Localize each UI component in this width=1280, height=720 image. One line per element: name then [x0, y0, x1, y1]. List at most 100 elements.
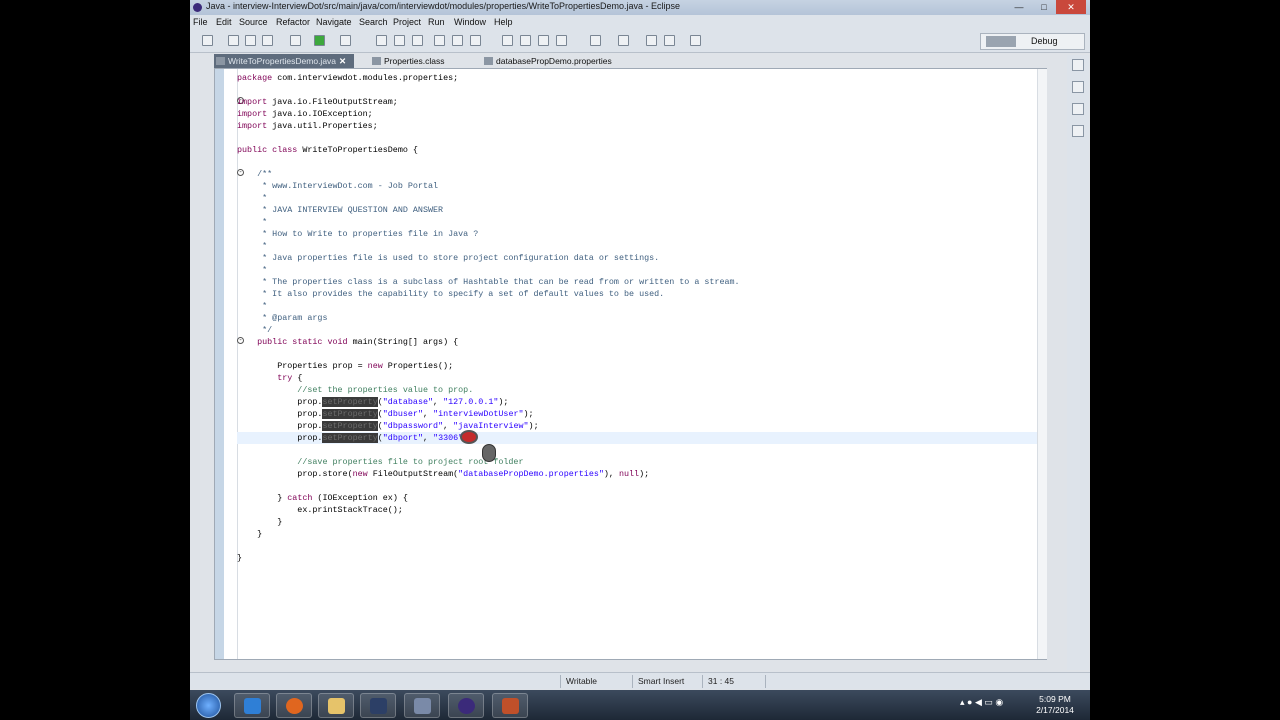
toggle-mark-occurrences-icon[interactable] — [502, 35, 513, 46]
menu-file[interactable]: File — [193, 17, 208, 27]
next-annotation-icon[interactable] — [590, 35, 601, 46]
taskbar-app[interactable] — [404, 693, 440, 718]
taskbar-clock[interactable]: 5:09 PM 2/17/2014 — [1030, 694, 1080, 716]
code-line-23: public static void main(String[] args) { — [257, 337, 459, 347]
previous-annotation-icon[interactable] — [618, 35, 629, 46]
minimize-button[interactable]: — — [1008, 0, 1030, 14]
clock-time: 5:09 PM — [1039, 694, 1071, 704]
internet-explorer-icon — [244, 698, 261, 714]
tab-writetopropertiesdemo[interactable]: WriteToPropertiesDemo.java ✕ — [214, 54, 354, 68]
status-divider — [765, 675, 766, 688]
tab-properties-class[interactable]: Properties.class — [370, 54, 470, 68]
code-line-18: * The properties class is a subclass of … — [237, 277, 740, 287]
code-line-38: } — [237, 517, 283, 527]
close-tab-icon[interactable]: ✕ — [339, 54, 346, 68]
search-icon[interactable] — [470, 35, 481, 46]
pin-editor-icon[interactable] — [556, 35, 567, 46]
start-button[interactable] — [196, 693, 221, 718]
system-tray[interactable]: ▴ ● ◀ ▭ ◉ — [960, 697, 1003, 708]
menu-navigate[interactable]: Navigate — [316, 17, 352, 27]
eclipse-app-icon — [193, 3, 202, 12]
print-icon[interactable] — [262, 35, 273, 46]
properties-file-icon — [484, 57, 493, 65]
new-package-icon[interactable] — [394, 35, 405, 46]
open-task-icon[interactable] — [452, 35, 463, 46]
menu-refactor[interactable]: Refactor — [276, 17, 310, 27]
debug-perspective-label[interactable]: Debug — [1031, 36, 1058, 46]
code-line-10: * www.InterviewDot.com - Job Portal — [237, 181, 439, 191]
code-line-36: } catch (IOException ex) { — [237, 493, 408, 503]
code-line-17: * — [237, 265, 268, 275]
code-line-1: package com.interviewdot.modules.propert… — [237, 73, 459, 83]
app-icon — [414, 698, 431, 714]
java-editor[interactable]: - - - package com.interviewdot.modules.p… — [214, 68, 1047, 660]
taskbar-recorder[interactable] — [492, 693, 528, 718]
folder-icon — [328, 698, 345, 714]
perspective-switcher[interactable]: Debug — [980, 33, 1085, 50]
code-line-22: */ — [237, 325, 273, 335]
overview-ruler[interactable] — [1037, 69, 1047, 659]
new-java-project-icon[interactable] — [376, 35, 387, 46]
menu-edit[interactable]: Edit — [216, 17, 232, 27]
menu-source[interactable]: Source — [239, 17, 268, 27]
menu-search[interactable]: Search — [359, 17, 388, 27]
taskbar-media-player[interactable] — [360, 693, 396, 718]
menu-help[interactable]: Help — [494, 17, 513, 27]
code-line-37: ex.printStackTrace(); — [237, 505, 403, 515]
java-perspective-button[interactable] — [986, 36, 1016, 47]
outline-icon[interactable] — [1072, 125, 1084, 137]
right-trim-stack — [1067, 55, 1089, 670]
outline-view-icon[interactable] — [1072, 81, 1084, 93]
last-edit-location-icon[interactable] — [690, 35, 701, 46]
code-line-5: import java.util.Properties; — [237, 121, 378, 131]
vertical-ruler: - - - — [224, 69, 244, 659]
status-bar: Writable Smart Insert 31 : 45 — [190, 672, 1090, 689]
status-divider — [702, 675, 703, 688]
forward-icon[interactable] — [664, 35, 675, 46]
menu-window[interactable]: Window — [454, 17, 486, 27]
new-icon[interactable] — [202, 35, 213, 46]
run-icon[interactable] — [314, 35, 325, 46]
minimize-view-icon[interactable] — [1072, 59, 1084, 71]
taskbar-explorer[interactable] — [318, 693, 354, 718]
code-line-16: * Java properties file is used to store … — [237, 253, 660, 263]
code-line-3: import java.io.FileOutputStream; — [237, 97, 398, 107]
close-window-button[interactable]: ✕ — [1056, 0, 1086, 14]
code-line-28: prop.setProperty("database", "127.0.0.1"… — [237, 397, 509, 407]
menu-run[interactable]: Run — [428, 17, 445, 27]
save-all-icon[interactable] — [245, 35, 256, 46]
new-class-icon[interactable] — [412, 35, 423, 46]
code-line-41: } — [237, 553, 243, 563]
status-writable: Writable — [566, 676, 598, 686]
code-line-9: /** — [237, 169, 273, 179]
taskbar-eclipse[interactable] — [448, 693, 484, 718]
media-player-icon — [370, 698, 387, 714]
status-insert-mode[interactable]: Smart Insert — [638, 676, 684, 686]
code-line-31: prop.setProperty("dbport", "3306"); — [237, 433, 473, 443]
menu-bar: File Edit Source Refactor Navigate Searc… — [190, 15, 1090, 29]
external-tools-icon[interactable] — [340, 35, 351, 46]
code-line-25: Properties prop = new Properties(); — [237, 361, 454, 371]
code-line-26: try { — [277, 373, 303, 383]
show-whitespace-icon[interactable] — [538, 35, 549, 46]
maximize-button[interactable]: □ — [1033, 0, 1055, 14]
toggle-block-selection-icon[interactable] — [520, 35, 531, 46]
title-bar: Java - interview-InterviewDot/src/main/j… — [190, 0, 1090, 15]
debug-icon[interactable] — [290, 35, 301, 46]
code-line-12: * JAVA INTERVIEW QUESTION AND ANSWER — [237, 205, 444, 215]
code-line-34: prop.store(new FileOutputStream("databas… — [237, 469, 650, 479]
code-line-19: * It also provides the capability to spe… — [237, 289, 665, 299]
recorder-icon — [502, 698, 519, 714]
taskbar-ie[interactable] — [234, 693, 270, 718]
open-type-icon[interactable] — [434, 35, 445, 46]
code-line-21: * @param args — [237, 313, 328, 323]
save-icon[interactable] — [228, 35, 239, 46]
code-line-7: public class WriteToPropertiesDemo { — [237, 145, 418, 155]
status-divider — [632, 675, 633, 688]
back-icon[interactable] — [646, 35, 657, 46]
taskbar-firefox[interactable] — [276, 693, 312, 718]
tab-databasepropdemo[interactable]: databasePropDemo.properties — [482, 54, 612, 68]
menu-project[interactable]: Project — [393, 17, 421, 27]
task-list-icon[interactable] — [1072, 103, 1084, 115]
eclipse-screen: Java - interview-InterviewDot/src/main/j… — [190, 0, 1090, 720]
